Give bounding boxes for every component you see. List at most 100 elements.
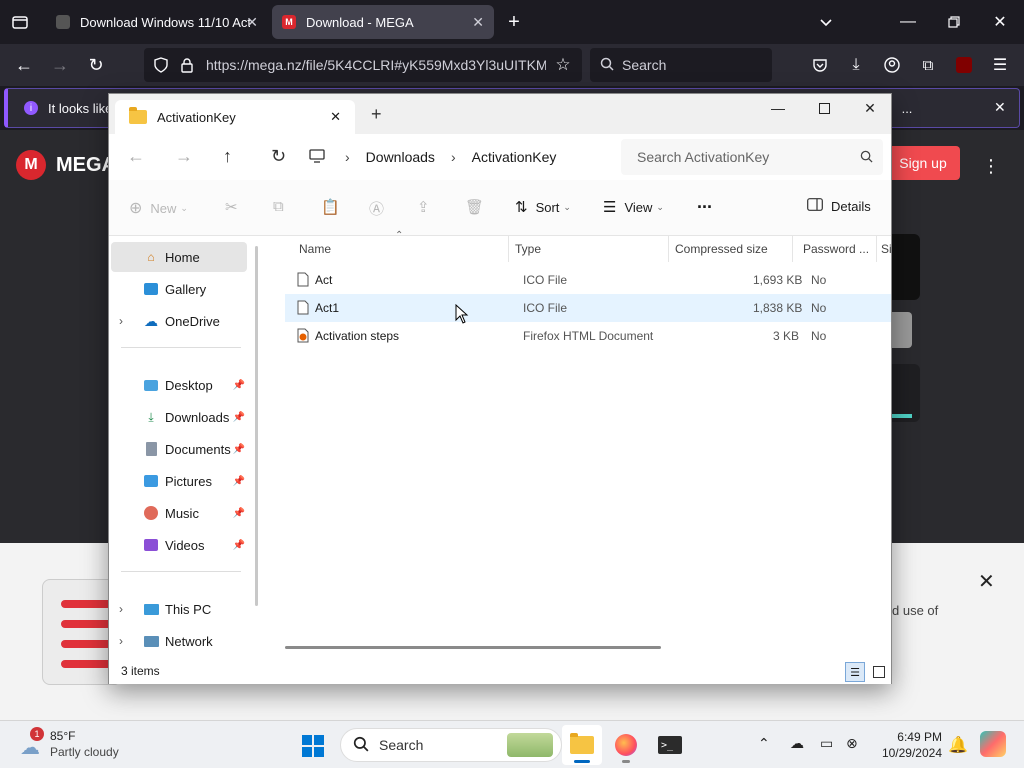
- explorer-search-input[interactable]: Search ActivationKey: [621, 139, 883, 175]
- more-vertical-icon[interactable]: ⋮: [982, 156, 1000, 177]
- new-tab-icon[interactable]: +: [504, 11, 524, 33]
- star-icon[interactable]: ☆: [554, 55, 572, 74]
- forward-arrow-icon[interactable]: →: [175, 146, 193, 167]
- new-tab-icon[interactable]: +: [371, 104, 382, 125]
- table-row[interactable]: Activation steps Firefox HTML Document 3…: [285, 322, 891, 350]
- column-header-type[interactable]: Type: [505, 236, 669, 262]
- sidebar-item-desktop[interactable]: Desktop 📌: [121, 370, 247, 400]
- close-window-icon[interactable]: ✕: [847, 94, 893, 122]
- sidebar-item-downloads[interactable]: ⤓ Downloads 📌: [121, 402, 247, 432]
- sidebar-item-music[interactable]: Music 📌: [121, 498, 247, 528]
- close-icon[interactable]: ✕: [472, 14, 484, 31]
- sidebar-item-onedrive[interactable]: › ☁ OneDrive: [119, 306, 247, 336]
- tab-windows-download[interactable]: Download Windows 11/10 Acti ✕: [46, 5, 268, 39]
- column-header-extra[interactable]: Si: [871, 236, 891, 262]
- chevron-down-icon[interactable]: [816, 12, 836, 32]
- column-header-name[interactable]: Name: [289, 236, 509, 262]
- minimize-icon[interactable]: —: [898, 12, 918, 32]
- tab-list-icon[interactable]: [10, 12, 30, 32]
- close-icon[interactable]: ✕: [978, 569, 995, 594]
- pin-icon[interactable]: 📌: [233, 444, 245, 455]
- sidebar-item-gallery[interactable]: Gallery: [121, 274, 247, 304]
- breadcrumb-activationkey[interactable]: ActivationKey: [472, 149, 557, 165]
- copy-icon[interactable]: ⧉: [273, 198, 284, 215]
- download-icon[interactable]: ⤓: [846, 55, 866, 75]
- sidebar-item-network[interactable]: › Network: [119, 626, 247, 656]
- sidebar-item-home[interactable]: ⌂ Home: [111, 242, 247, 272]
- new-button[interactable]: ⊕ New ⌄: [129, 198, 188, 218]
- up-arrow-icon[interactable]: ↑: [223, 146, 232, 167]
- refresh-icon[interactable]: ↻: [271, 146, 286, 167]
- pin-icon[interactable]: 📌: [233, 412, 245, 423]
- horizontal-scrollbar[interactable]: [285, 646, 661, 649]
- lock-icon[interactable]: [178, 56, 196, 74]
- forward-arrow-icon[interactable]: →: [50, 55, 70, 75]
- bell-icon[interactable]: 🔔: [948, 735, 968, 755]
- maximize-icon[interactable]: [801, 94, 847, 122]
- details-view-icon[interactable]: ☰: [845, 662, 865, 682]
- close-window-icon[interactable]: ✕: [990, 12, 1010, 32]
- taskbar-file-explorer[interactable]: [562, 725, 602, 765]
- taskbar-search-box[interactable]: Search: [340, 728, 562, 762]
- minimize-icon[interactable]: —: [755, 94, 801, 122]
- monitor-icon[interactable]: ▭: [820, 735, 833, 752]
- pin-icon[interactable]: 📌: [233, 508, 245, 519]
- copilot-icon[interactable]: [980, 731, 1006, 757]
- signup-button[interactable]: Sign up: [886, 146, 960, 180]
- table-row[interactable]: Act ICO File 1,693 KB No: [285, 266, 891, 294]
- close-icon[interactable]: ✕: [246, 14, 258, 31]
- pin-icon[interactable]: 📌: [233, 540, 245, 551]
- chevron-right-icon[interactable]: ›: [345, 149, 350, 165]
- notification-action[interactable]: ...: [894, 95, 920, 121]
- sort-button[interactable]: ⇅ Sort ⌄: [515, 198, 571, 216]
- close-icon[interactable]: ✕: [994, 99, 1006, 116]
- sidebar-item-pictures[interactable]: Pictures 📌: [121, 466, 247, 496]
- network-status-icon[interactable]: ⊗: [846, 735, 858, 752]
- sidebar-item-documents[interactable]: Documents 📌: [121, 434, 247, 464]
- url-bar[interactable]: https://mega.nz/file/5K4CCLRI#yK559Mxd3Y…: [144, 48, 582, 82]
- breadcrumb[interactable]: › Downloads › ActivationKey: [309, 139, 609, 175]
- explorer-tab[interactable]: ActivationKey ✕: [115, 100, 355, 134]
- delete-icon[interactable]: 🗑: [465, 198, 484, 216]
- chevron-right-icon[interactable]: ›: [451, 149, 456, 165]
- breadcrumb-downloads[interactable]: Downloads: [366, 149, 435, 165]
- restore-icon[interactable]: [944, 12, 964, 32]
- back-arrow-icon[interactable]: ←: [14, 55, 34, 75]
- back-arrow-icon[interactable]: ←: [127, 146, 145, 167]
- taskbar-clock[interactable]: 6:49 PM 10/29/2024: [876, 729, 942, 761]
- details-button[interactable]: Details: [807, 198, 871, 214]
- ublock-icon[interactable]: [954, 55, 974, 75]
- sidebar-item-videos[interactable]: Videos 📌: [121, 530, 247, 560]
- extensions-icon[interactable]: ⧉: [918, 55, 938, 75]
- account-icon[interactable]: [882, 55, 902, 75]
- browser-search-box[interactable]: Search: [590, 48, 772, 82]
- taskbar-terminal[interactable]: >_: [650, 725, 690, 765]
- chevron-right-icon[interactable]: ›: [119, 314, 123, 328]
- paste-icon[interactable]: 📋: [321, 198, 340, 216]
- pin-icon[interactable]: 📌: [233, 476, 245, 487]
- column-header-size[interactable]: Compressed size: [665, 236, 793, 262]
- sidebar-item-this-pc[interactable]: › This PC: [119, 594, 247, 624]
- pin-icon[interactable]: 📌: [233, 380, 245, 391]
- column-header-password[interactable]: Password ...: [793, 236, 877, 262]
- hamburger-menu-icon[interactable]: ☰: [990, 55, 1010, 75]
- windows-start-icon[interactable]: [302, 735, 324, 760]
- shield-icon[interactable]: [152, 56, 170, 74]
- taskbar-firefox[interactable]: [606, 725, 646, 765]
- more-options-button[interactable]: ...: [697, 192, 712, 213]
- weather-widget[interactable]: ☁ 1 85°F Partly cloudy: [16, 727, 136, 763]
- nav-scrollbar[interactable]: [255, 246, 258, 606]
- chevron-right-icon[interactable]: ›: [119, 634, 123, 648]
- mega-button[interactable]: [892, 312, 912, 348]
- chevron-right-icon[interactable]: ›: [119, 602, 123, 616]
- tab-mega-download[interactable]: M Download - MEGA ✕: [272, 5, 494, 39]
- cloud-off-icon[interactable]: ☁: [790, 735, 804, 752]
- reload-icon[interactable]: ↻: [86, 55, 106, 75]
- cut-icon[interactable]: ✂: [225, 198, 238, 216]
- tiles-view-icon[interactable]: [869, 662, 889, 682]
- pocket-icon[interactable]: [810, 55, 830, 75]
- rename-icon[interactable]: Ⓐ: [369, 198, 384, 219]
- close-icon[interactable]: ✕: [330, 109, 341, 125]
- mega-logo[interactable]: M MEGA: [16, 150, 116, 180]
- view-button[interactable]: ☰ View ⌄: [603, 198, 664, 216]
